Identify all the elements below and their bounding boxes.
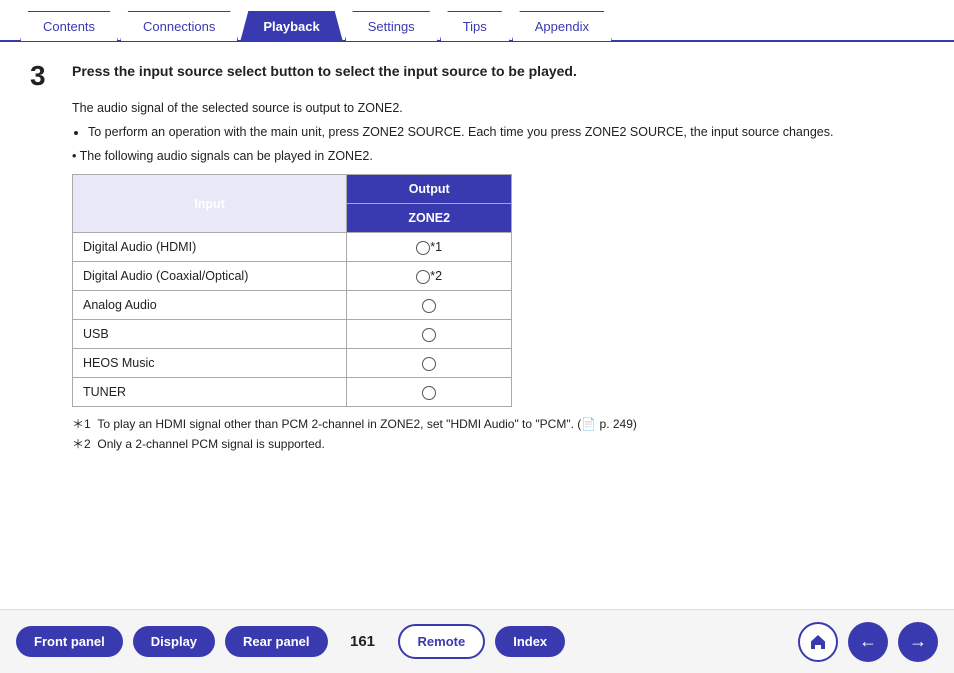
row-output-5 (347, 349, 512, 378)
footnote-mark-1: ＊1 (72, 417, 91, 431)
table-row: USB (73, 320, 512, 349)
step-body: The audio signal of the selected source … (72, 98, 924, 453)
intro-line: • The following audio signals can be pla… (72, 146, 924, 166)
page-number: 161 (348, 633, 378, 650)
display-button[interactable]: Display (133, 626, 215, 657)
rear-panel-button[interactable]: Rear panel (225, 626, 327, 657)
table-row: HEOS Music (73, 349, 512, 378)
table-row: Digital Audio (Coaxial/Optical) *2 (73, 262, 512, 291)
row-input-6: TUNER (73, 378, 347, 407)
row-input-1: Digital Audio (HDMI) (73, 233, 347, 262)
home-button[interactable] (798, 622, 838, 662)
tab-tips[interactable]: Tips (440, 11, 510, 41)
row-input-5: HEOS Music (73, 349, 347, 378)
body-line1: The audio signal of the selected source … (72, 98, 924, 118)
remote-button[interactable]: Remote (398, 624, 486, 659)
tab-contents[interactable]: Contents (20, 11, 118, 41)
step-header: 3 Press the input source select button t… (30, 62, 924, 90)
forward-arrow-icon: → (909, 631, 927, 652)
table-header-input: Input (73, 175, 347, 233)
table-row: TUNER (73, 378, 512, 407)
tab-settings[interactable]: Settings (345, 11, 438, 41)
nav-tabs: Contents Connections Playback Settings T… (0, 0, 954, 42)
tab-connections[interactable]: Connections (120, 11, 238, 41)
front-panel-button[interactable]: Front panel (16, 626, 123, 657)
table-header-output: Output (347, 175, 512, 204)
bullet1: To perform an operation with the main un… (88, 122, 924, 142)
tab-playback[interactable]: Playback (240, 11, 342, 41)
row-output-3 (347, 291, 512, 320)
table-row: Analog Audio (73, 291, 512, 320)
back-arrow-icon: ← (859, 631, 877, 652)
footnotes: ＊1 To play an HDMI signal other than PCM… (72, 415, 924, 453)
back-button[interactable]: ← (848, 622, 888, 662)
row-output-6 (347, 378, 512, 407)
table-header-zone: ZONE2 (347, 204, 512, 233)
footnote-mark-2: ＊2 (72, 437, 91, 451)
table-row: Digital Audio (HDMI) *1 (73, 233, 512, 262)
row-input-3: Analog Audio (73, 291, 347, 320)
row-input-4: USB (73, 320, 347, 349)
footnote-2: ＊2 Only a 2-channel PCM signal is suppor… (72, 435, 924, 453)
forward-button[interactable]: → (898, 622, 938, 662)
index-button[interactable]: Index (495, 626, 565, 657)
row-output-1: *1 (347, 233, 512, 262)
step-title: Press the input source select button to … (72, 62, 577, 82)
step-number: 3 (30, 62, 60, 90)
row-input-2: Digital Audio (Coaxial/Optical) (73, 262, 347, 291)
audio-table: Input Output ZONE2 Digital Audio (HDMI) … (72, 174, 512, 407)
bottom-bar: Front panel Display Rear panel 161 Remot… (0, 609, 954, 673)
footnote-1: ＊1 To play an HDMI signal other than PCM… (72, 415, 924, 433)
row-output-2: *2 (347, 262, 512, 291)
main-content: 3 Press the input source select button t… (0, 42, 954, 465)
tab-appendix[interactable]: Appendix (512, 11, 612, 41)
row-output-4 (347, 320, 512, 349)
